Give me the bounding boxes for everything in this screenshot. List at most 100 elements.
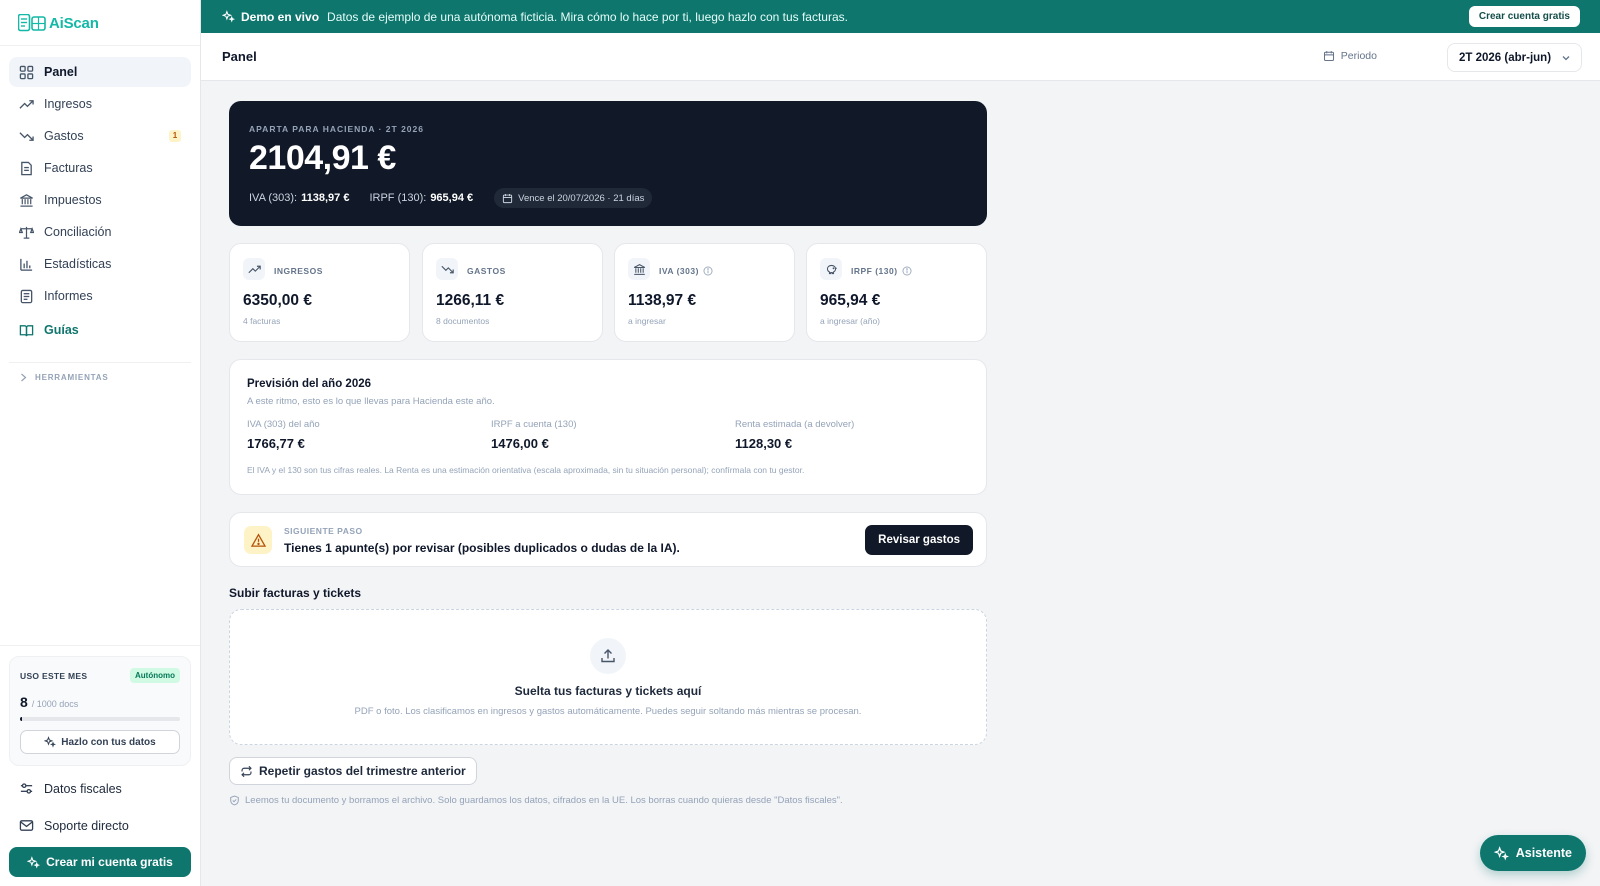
period-label: Periodo: [1323, 50, 1377, 62]
stat-label-wrap: IVA (303): [659, 266, 713, 276]
iva-label: IVA (303):: [249, 192, 298, 204]
page-title: Panel: [222, 49, 257, 64]
stat-label-wrap: IRPF (130): [851, 266, 912, 276]
usage-card: USO ESTE MES Autónomo 8 / 1000 docs Hazl…: [9, 656, 191, 766]
repeat-expenses-label: Repetir gastos del trimestre anterior: [259, 764, 466, 778]
usage-progress-bar: [20, 717, 180, 721]
stat-label: IVA (303): [659, 266, 699, 276]
stat-sub: a ingresar: [628, 316, 666, 326]
sparkles-icon: [44, 736, 57, 748]
stat-value: 1266,11 €: [436, 292, 505, 309]
use-your-data-label: Hazlo con tus datos: [61, 736, 156, 748]
sidebar-item-estadisticas[interactable]: Estadísticas: [9, 249, 191, 279]
sidebar-item-impuestos[interactable]: Impuestos: [9, 185, 191, 215]
next-step-text: Tienes 1 apunte(s) por revisar (posibles…: [284, 541, 680, 555]
stat-card-irpf[interactable]: IRPF (130) 965,94 € a ingresar (año): [806, 243, 987, 342]
assistant-button[interactable]: Asistente: [1479, 835, 1586, 871]
calendar-icon: [503, 193, 513, 203]
demo-banner: Demo en vivo Datos de ejemplo de una aut…: [201, 0, 1600, 33]
use-your-data-button[interactable]: Hazlo con tus datos: [20, 730, 180, 754]
sidebar-item-guias[interactable]: Guías: [9, 315, 191, 345]
divider: [9, 362, 191, 363]
sidebar-item-conciliacion[interactable]: Conciliación: [9, 217, 191, 247]
upload-section-title: Subir facturas y tickets: [229, 586, 362, 600]
period-label-text: Periodo: [1340, 50, 1377, 62]
irpf-value: 965,94 €: [430, 192, 474, 204]
sparkles-icon: [1493, 845, 1509, 860]
sidebar-item-informes[interactable]: Informes: [9, 281, 191, 311]
sidebar-item-gastos[interactable]: Gastos 1: [9, 121, 191, 151]
forecast-label: IVA (303) del año: [247, 419, 320, 430]
privacy-text: Leemos tu documento y borramos el archiv…: [245, 795, 843, 806]
sidebar-item-ingresos[interactable]: Ingresos: [9, 89, 191, 119]
forecast-irpf: IRPF a cuenta (130) 1476,00 €: [491, 419, 577, 451]
forecast-value: 1128,30 €: [735, 436, 793, 451]
create-account-label: Crear mi cuenta gratis: [46, 855, 173, 869]
sliders-icon: [20, 783, 33, 794]
dashboard-icon: [19, 65, 34, 79]
report-icon: [20, 289, 33, 303]
sidebar-item-label: Gastos: [44, 129, 84, 143]
forecast-renta: Renta estimada (a devolver) 1128,30 €: [735, 419, 854, 451]
info-icon[interactable]: [902, 266, 912, 276]
privacy-note: Leemos tu documento y borramos el archiv…: [229, 795, 843, 806]
info-icon[interactable]: [703, 266, 713, 276]
forecast-label: IRPF a cuenta (130): [491, 419, 577, 430]
sparkles-icon: [27, 855, 41, 869]
sidebar-item-label: Facturas: [44, 161, 93, 175]
sidebar-item-label: Guías: [44, 323, 79, 337]
dropzone-subtitle: PDF o foto. Los clasificamos en ingresos…: [354, 706, 862, 717]
period-select[interactable]: 2T 2026 (abr-jun): [1447, 43, 1582, 72]
sidebar-nav: Panel Ingresos Gastos 1 Facturas Impuest…: [9, 57, 191, 347]
divider: [0, 645, 200, 646]
mail-icon: [19, 820, 34, 831]
fiscal-data-link[interactable]: Datos fiscales: [19, 781, 122, 796]
stat-card-iva[interactable]: IVA (303) 1138,97 € a ingresar: [614, 243, 795, 342]
banner-create-account-button[interactable]: Crear cuenta gratis: [1468, 6, 1580, 27]
trending-down-icon: [436, 258, 458, 280]
page-header: Panel Periodo 2T 2026 (abr-jun): [201, 33, 1600, 81]
app-logo[interactable]: AiScan: [18, 12, 99, 34]
banner-text: Datos de ejemplo de una autónoma fictici…: [327, 9, 848, 24]
upload-dropzone[interactable]: Suelta tus facturas y tickets aquí PDF o…: [229, 609, 987, 745]
sidebar-item-panel[interactable]: Panel: [9, 57, 191, 87]
calendar-icon: [1323, 51, 1334, 62]
sidebar-item-label: Panel: [44, 65, 78, 79]
repeat-icon: [241, 765, 252, 777]
stat-card-ingresos[interactable]: INGRESOS 6350,00 € 4 facturas: [229, 243, 410, 342]
irpf-label: IRPF (130):: [369, 192, 427, 204]
forecast-value: 1476,00 €: [491, 436, 549, 451]
review-expenses-button[interactable]: Revisar gastos: [865, 525, 973, 555]
warning-icon: [244, 526, 272, 554]
fiscal-data-label: Datos fiscales: [44, 781, 122, 796]
sparkles-icon: [222, 10, 235, 23]
forecast-subtitle: A este ritmo, esto es lo que llevas para…: [247, 396, 495, 407]
piggy-bank-icon: [820, 258, 842, 280]
forecast-note: El IVA y el 130 son tus cifras reales. L…: [247, 465, 805, 475]
forecast-label: Renta estimada (a devolver): [735, 419, 855, 430]
usage-title: USO ESTE MES: [20, 671, 88, 681]
next-step-label: SIGUIENTE PASO: [284, 526, 363, 536]
tools-label: HERRAMIENTAS: [35, 373, 109, 382]
stat-card-gastos[interactable]: GASTOS 1266,11 € 8 documentos: [422, 243, 603, 342]
forecast-value: 1766,77 €: [247, 436, 305, 451]
forecast-title: Previsión del año 2026: [247, 378, 372, 390]
repeat-expenses-button[interactable]: Repetir gastos del trimestre anterior: [229, 757, 477, 785]
create-account-button[interactable]: Crear mi cuenta gratis: [9, 847, 191, 877]
banner-title: Demo en vivo: [241, 9, 320, 24]
sidebar-item-label: Informes: [44, 289, 93, 303]
sidebar: AiScan Panel Ingresos Gastos 1 Facturas …: [0, 0, 201, 886]
next-step-card: SIGUIENTE PASO Tienes 1 apunte(s) por re…: [229, 512, 987, 567]
tax-breakdown: IVA (303): 1138,97 € IRPF (130): 965,94 …: [249, 188, 653, 208]
trending-down-icon: [19, 131, 34, 141]
bank-icon: [628, 258, 650, 280]
app-name: AiScan: [49, 14, 99, 32]
sidebar-item-facturas[interactable]: Facturas: [9, 153, 191, 183]
stat-label: IRPF (130): [851, 266, 898, 276]
stat-sub: a ingresar (año): [820, 316, 881, 326]
tools-section-toggle[interactable]: HERRAMIENTAS: [20, 373, 108, 382]
trending-up-icon: [243, 258, 265, 280]
dropzone-title: Suelta tus facturas y tickets aquí: [514, 684, 702, 698]
support-link[interactable]: Soporte directo: [19, 818, 129, 833]
iva-value: 1138,97 €: [301, 192, 350, 204]
